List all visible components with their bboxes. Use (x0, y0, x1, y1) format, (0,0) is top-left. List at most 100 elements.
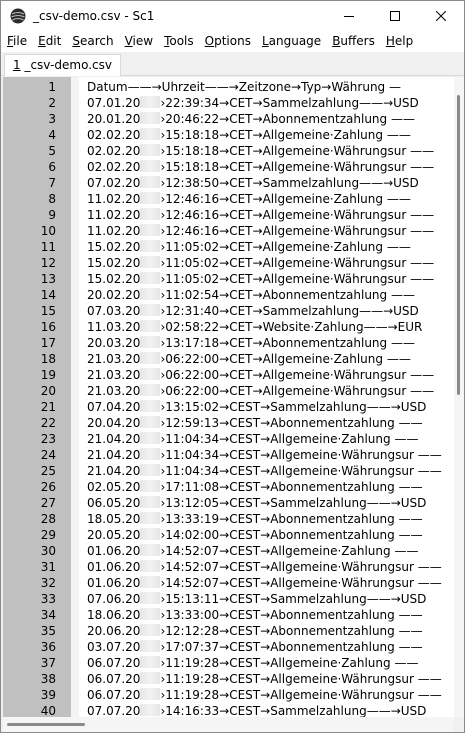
timezone-cell: CET (229, 352, 253, 366)
tab-arrow: —— (406, 144, 435, 158)
editor-line[interactable]: 36 03.07.20 ›17:07:37→CEST→Abonnementzahlu… (3, 639, 454, 655)
editor-line[interactable]: 12 15.02.20 ›11:05:02→CET→Allgemeine·Währu… (3, 255, 454, 271)
line-number: 11 (40, 240, 56, 254)
editor-line[interactable]: 3 20.01.20 ›20:46:22→CET→Abonnementzahlung… (3, 111, 454, 127)
editor-line[interactable]: 33 07.06.20 ›15:13:11→CEST→Sammelzahlung——… (3, 591, 454, 607)
editor-line[interactable]: 2 07.01.20 ›22:39:34→CET→Sammelzahlung——→U… (3, 95, 454, 111)
maximize-button[interactable] (372, 1, 418, 31)
editor-line[interactable]: 18 21.03.20 ›06:22:00→CET→Allgemeine·Zahlu… (3, 351, 454, 367)
menu-language[interactable]: Language (256, 31, 326, 52)
editor-line[interactable]: 14 20.02.20 ›11:02:54→CET→Abonnementzahlun… (3, 287, 454, 303)
horizontal-scroll-thumb[interactable] (7, 723, 85, 726)
editor-line[interactable]: 30 01.06.20 ›14:52:07→CEST→Allgemeine·Zahl… (3, 543, 454, 559)
tab-arrow: → (219, 448, 230, 462)
editor-line[interactable]: 24 21.04.20 ›11:04:34→CEST→Allgemeine·Währ… (3, 447, 454, 463)
editor-line[interactable]: 27 06.05.20 ›13:12:05→CEST→Sammelzahlung——… (3, 495, 454, 511)
timezone-cell: CEST (229, 480, 261, 494)
line-number: 16 (40, 320, 56, 334)
date-cell: 11.03.20 (87, 320, 141, 334)
redacted-block (140, 160, 161, 172)
editor-line[interactable]: 5 02.02.20 ›15:18:18→CET→Allgemeine·Währun… (3, 143, 454, 159)
editor-line[interactable]: 21 07.04.20 ›13:15:02→CEST→Sammelzahlung——… (3, 399, 454, 415)
date-cell: 01.06.20 (87, 544, 141, 558)
type-cell: Allgemeine·Zahlung (270, 432, 391, 446)
tab-arrow: → (252, 112, 263, 126)
editor-line[interactable]: 15 07.03.20 ›12:31:40→CET→Sammelzahlung——→… (3, 303, 454, 319)
editor-line[interactable]: 4 02.02.20 ›15:18:18→CET→Allgemeine·Zahlun… (3, 127, 454, 143)
time-cell: 12:46:16 (165, 208, 220, 222)
editor-line[interactable]: 31 01.06.20 ›14:52:07→CEST→Allgemeine·Währ… (3, 559, 454, 575)
editor-line[interactable]: 19 21.03.20 ›06:22:00→CET→Allgemeine·Währu… (3, 367, 454, 383)
date-cell: 01.06.20 (87, 560, 141, 574)
redacted-block (140, 416, 161, 428)
editor-line[interactable]: 34 18.06.20 ›13:33:00→CEST→Abonnementzahlu… (3, 607, 454, 623)
editor-line[interactable]: 38 06.07.20 ›11:19:28→CEST→Allgemeine·Währ… (3, 671, 454, 687)
menu-buffers[interactable]: Buffers (326, 31, 380, 52)
editor-line[interactable]: 6 02.02.20 ›15:18:18→CET→Allgemeine·Währun… (3, 159, 454, 175)
tab-arrow: → (260, 432, 271, 446)
editor-line[interactable]: 40 07.07.20 ›14:16:33→CEST→Sammelzahlung——… (3, 703, 454, 717)
menu-view[interactable]: View (119, 31, 158, 52)
menu-tools[interactable]: Tools (158, 31, 199, 52)
time-cell: 15:18:18 (165, 160, 220, 174)
line-number: 19 (40, 368, 56, 382)
menu-help[interactable]: Help (380, 31, 418, 52)
editor-line[interactable]: 39 06.07.20 ›11:19:28→CEST→Allgemeine·Währ… (3, 687, 454, 703)
close-button[interactable] (418, 1, 464, 31)
tab-arrow: → (260, 416, 271, 430)
tab-arrow: → (219, 480, 230, 494)
editor-line[interactable]: 17 20.03.20 ›13:17:18→CET→Abonnementzahlun… (3, 335, 454, 351)
editor-line[interactable]: 32 01.06.20 ›14:52:07→CEST→Allgemeine·Währ… (3, 575, 454, 591)
menu-search[interactable]: Search (66, 31, 118, 52)
date-cell: 06.05.20 (87, 496, 141, 510)
date-cell: 02.02.20 (87, 128, 141, 142)
editor-line[interactable]: 28 18.05.20 ›13:33:19→CEST→Abonnementzahlu… (3, 511, 454, 527)
editor-line[interactable]: 11 15.02.20 ›11:05:02→CET→Allgemeine·Zahlu… (3, 239, 454, 255)
editor-line[interactable]: 37 06.07.20 ›11:19:28→CEST→Allgemeine·Zahl… (3, 655, 454, 671)
header-cell: Uhrzeit (161, 80, 205, 94)
editor-line[interactable]: 7 07.02.20 ›12:38:50→CET→Sammelzahlung——→U… (3, 175, 454, 191)
editor-line[interactable]: 16 11.03.20 ›02:58:22→CET→Website·Zahlung—… (3, 319, 454, 335)
redacted-block (140, 448, 161, 460)
tab-csv-demo[interactable]: 1 _csv-demo.csv (4, 54, 121, 76)
minimize-button[interactable] (326, 1, 372, 31)
line-number: 24 (40, 448, 56, 462)
editor-line[interactable]: 25 21.04.20 ›11:04:34→CEST→Allgemeine·Währ… (3, 463, 454, 479)
currency-cell: USD (393, 96, 419, 110)
editor-line[interactable]: 13 15.02.20 ›11:05:02→CET→Allgemeine·Währu… (3, 271, 454, 287)
tab-arrow: → (260, 448, 271, 462)
tab-arrow: → (252, 192, 263, 206)
menu-file[interactable]: File (1, 31, 32, 52)
date-cell: 06.07.20 (87, 656, 141, 670)
editor-line[interactable]: 1 Datum——→Uhrzeit——→Zeitzone→Typ→Währung … (3, 79, 454, 95)
editor-line[interactable]: 29 20.05.20 ›14:02:00→CEST→Abonnementzahlu… (3, 527, 454, 543)
redacted-block (140, 112, 161, 124)
vertical-scroll-thumb[interactable] (457, 95, 460, 395)
line-text: 03.07.20 ›17:07:37→CEST→Abonnementzahlung… (87, 639, 423, 655)
menu-options[interactable]: Options (199, 31, 256, 52)
tab-arrow: → (219, 592, 230, 606)
title-bar[interactable]: _csv-demo.csv - Sc1 (1, 1, 464, 31)
tab-arrow: → (219, 288, 230, 302)
vertical-scrollbar[interactable] (454, 77, 464, 717)
editor-line[interactable]: 35 20.06.20 ›12:12:28→CEST→Abonnementzahlu… (3, 623, 454, 639)
editor-area[interactable]: 1 Datum——→Uhrzeit——→Zeitzone→Typ→Währung … (3, 77, 454, 717)
line-text: 06.07.20 ›11:19:28→CEST→Allgemeine·Währun… (87, 687, 442, 703)
editor-line[interactable]: 10 11.02.20 ›12:46:16→CET→Allgemeine·Währu… (3, 223, 454, 239)
editor-line[interactable]: 20 21.03.20 ›06:22:00→CET→Allgemeine·Währu… (3, 383, 454, 399)
editor-line[interactable]: 9 11.02.20 ›12:46:16→CET→Allgemeine·Währun… (3, 207, 454, 223)
tab-arrow: → (260, 688, 271, 702)
tab-arrow: —— (406, 384, 435, 398)
editor-line[interactable]: 8 11.02.20 ›12:46:16→CET→Allgemeine·Zahlun… (3, 191, 454, 207)
editor-line[interactable]: 26 02.05.20 ›17:11:08→CEST→Abonnementzahlu… (3, 479, 454, 495)
menu-edit[interactable]: Edit (32, 31, 66, 52)
line-text: 15.02.20 ›11:05:02→CET→Allgemeine·Währung… (87, 271, 434, 287)
tab-arrow: → (252, 320, 263, 334)
time-cell: 12:31:40 (165, 304, 220, 318)
currency-cell: EUR (397, 320, 423, 334)
horizontal-scrollbar[interactable] (3, 717, 454, 732)
redacted-block (140, 272, 161, 284)
editor-line[interactable]: 23 21.04.20 ›11:04:34→CEST→Allgemeine·Zahl… (3, 431, 454, 447)
editor-line[interactable]: 22 20.04.20 ›12:59:13→CEST→Abonnementzahlu… (3, 415, 454, 431)
time-cell: 12:38:50 (165, 176, 220, 190)
